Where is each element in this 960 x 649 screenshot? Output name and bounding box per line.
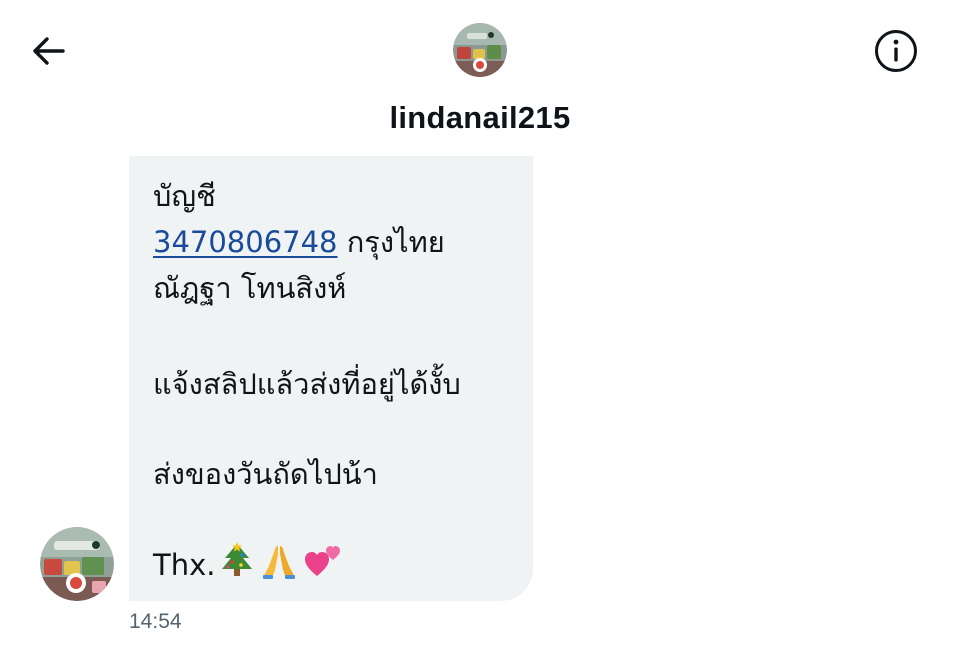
conversation-username[interactable]: lindanail215 [0, 100, 960, 136]
message-line-account-label: บัญชี [153, 179, 216, 213]
message-line-account: 3470806748 กรุงไทย [153, 220, 533, 264]
message-line-thanks: Thx. [153, 542, 533, 592]
dm-conversation: lindanail215 บัญชี 3470806748 กรุงไทย ณั… [0, 0, 960, 649]
arrow-left-icon [33, 37, 65, 65]
info-button[interactable] [872, 27, 920, 75]
conversation-header: lindanail215 [0, 0, 960, 156]
header-avatar[interactable] [453, 23, 507, 77]
two-hearts-icon [303, 542, 343, 592]
message-line-ship: ส่งของวันถัดไปน้า [153, 457, 378, 491]
christmas-tree-icon [219, 542, 255, 592]
message-line-account-name: ณัฎฐา โทนสิงห์ [153, 271, 347, 305]
bank-name: กรุงไทย [346, 225, 445, 259]
account-number-link[interactable]: 3470806748 [153, 225, 338, 259]
back-button[interactable] [28, 30, 70, 72]
info-icon [875, 30, 917, 72]
sender-avatar[interactable] [40, 527, 114, 601]
folded-hands-icon [259, 542, 299, 592]
message-timestamp: 14:54 [129, 610, 182, 633]
message-line-slip: แจ้งสลิปแล้วส่งที่อยู่ได้งั้บ [153, 367, 461, 401]
thanks-text: Thx. [153, 548, 216, 582]
